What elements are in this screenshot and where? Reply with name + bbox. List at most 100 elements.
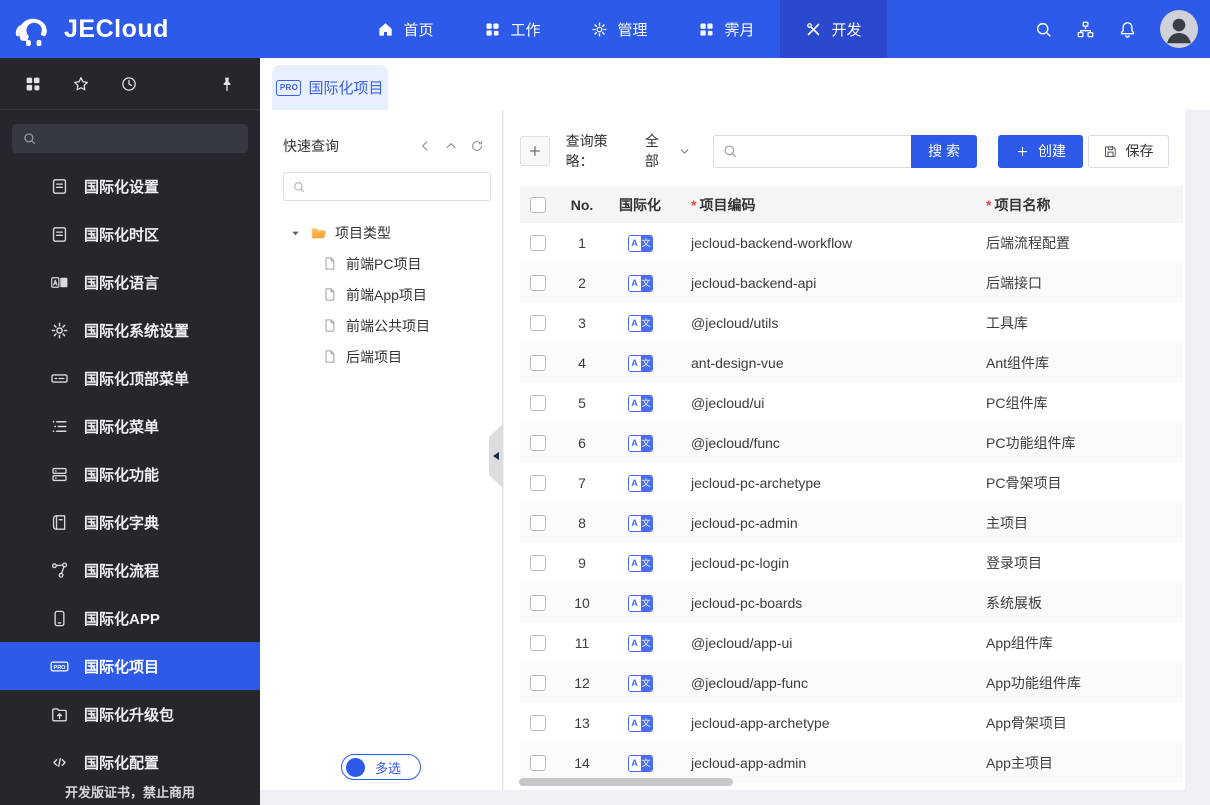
project-code-cell[interactable]: @jecloud/ui (672, 395, 974, 411)
create-button[interactable]: 创建 (998, 134, 1083, 168)
table-row[interactable]: 8 A文 jecloud-pc-admin 主项目 (520, 503, 1183, 543)
project-name-cell[interactable]: 后端流程配置 (974, 233, 1183, 253)
sidebar-search[interactable] (12, 124, 248, 153)
search-icon[interactable] (1034, 20, 1053, 39)
table-row[interactable]: 9 A文 jecloud-pc-login 登录项目 (520, 543, 1183, 583)
app-logo[interactable]: JECloud (0, 8, 250, 50)
nav-item-1[interactable]: 工作 (459, 0, 566, 58)
table-row[interactable]: 6 A文 @jecloud/func PC功能组件库 (520, 423, 1183, 463)
clock-icon[interactable] (120, 75, 138, 93)
multi-select-toggle[interactable]: 多选 (341, 754, 421, 780)
project-code-cell[interactable]: @jecloud/func (672, 435, 974, 451)
project-name-cell[interactable]: Ant组件库 (974, 353, 1183, 373)
translate-icon[interactable]: A文 (627, 274, 653, 292)
table-row[interactable]: 10 A文 jecloud-pc-boards 系统展板 (520, 583, 1183, 623)
chevron-up-icon[interactable] (444, 139, 458, 153)
project-code-cell[interactable]: @jecloud/app-ui (672, 635, 974, 651)
sidebar-search-input[interactable] (45, 131, 238, 146)
project-code-cell[interactable]: jecloud-pc-admin (672, 515, 974, 531)
project-name-cell[interactable]: 后端接口 (974, 273, 1183, 293)
project-code-cell[interactable]: jecloud-backend-workflow (672, 235, 974, 251)
sidebar-item-10[interactable]: 国际化项目 (0, 642, 260, 690)
translate-icon[interactable]: A文 (627, 594, 653, 612)
translate-icon[interactable]: A文 (627, 514, 653, 532)
project-name-cell[interactable]: PC功能组件库 (974, 433, 1183, 453)
nav-item-0[interactable]: 首页 (352, 0, 459, 58)
tree-node-child-2[interactable]: 前端公共项目 (260, 310, 502, 341)
row-checkbox[interactable] (530, 555, 546, 571)
project-name-cell[interactable]: 系统展板 (974, 593, 1183, 613)
row-checkbox[interactable] (530, 475, 546, 491)
sidebar-item-1[interactable]: 国际化时区 (0, 210, 260, 258)
translate-icon[interactable]: A文 (627, 474, 653, 492)
translate-icon[interactable]: A文 (627, 434, 653, 452)
table-row[interactable]: 1 A文 jecloud-backend-workflow 后端流程配置 (520, 223, 1183, 263)
row-checkbox[interactable] (530, 755, 546, 771)
row-checkbox[interactable] (530, 435, 546, 451)
tree-node-child-1[interactable]: 前端App项目 (260, 279, 502, 310)
avatar[interactable] (1160, 10, 1198, 48)
select-all-checkbox[interactable] (530, 196, 546, 213)
sidebar-item-12[interactable]: 国际化配置 (0, 738, 260, 786)
project-code-cell[interactable]: ant-design-vue (672, 355, 974, 371)
sidebar-item-4[interactable]: 国际化顶部菜单 (0, 354, 260, 402)
translate-icon[interactable]: A文 (627, 354, 653, 372)
nav-item-2[interactable]: 管理 (566, 0, 673, 58)
translate-icon[interactable]: A文 (627, 714, 653, 732)
project-name-cell[interactable]: PC骨架项目 (974, 473, 1183, 493)
project-code-cell[interactable]: jecloud-pc-login (672, 555, 974, 571)
project-name-cell[interactable]: 工具库 (974, 313, 1183, 333)
row-checkbox[interactable] (530, 515, 546, 531)
project-code-cell[interactable]: @jecloud/app-func (672, 675, 974, 691)
sidebar-item-6[interactable]: 国际化功能 (0, 450, 260, 498)
translate-icon[interactable]: A文 (627, 634, 653, 652)
tab-i18n-project[interactable]: PRO 国际化项目 (272, 65, 388, 110)
table-row[interactable]: 7 A文 jecloud-pc-archetype PC骨架项目 (520, 463, 1183, 503)
nav-item-3[interactable]: 霁月 (673, 0, 780, 58)
translate-icon[interactable]: A文 (627, 394, 653, 412)
row-checkbox[interactable] (530, 715, 546, 731)
refresh-icon[interactable] (470, 139, 484, 153)
sidebar-item-5[interactable]: 国际化菜单 (0, 402, 260, 450)
row-checkbox[interactable] (530, 635, 546, 651)
tree-search-input[interactable] (313, 179, 482, 194)
translate-icon[interactable]: A文 (627, 554, 653, 572)
project-code-cell[interactable]: @jecloud/utils (672, 315, 974, 331)
table-row[interactable]: 12 A文 @jecloud/app-func App功能组件库 (520, 663, 1183, 703)
project-code-cell[interactable]: jecloud-pc-boards (672, 595, 974, 611)
translate-icon[interactable]: A文 (627, 674, 653, 692)
project-code-cell[interactable]: jecloud-backend-api (672, 275, 974, 291)
bell-icon[interactable] (1118, 20, 1137, 39)
row-checkbox[interactable] (530, 315, 546, 331)
tree-node-root[interactable]: 项目类型 (260, 218, 502, 248)
sidebar-item-8[interactable]: 国际化流程 (0, 546, 260, 594)
project-name-cell[interactable]: PC组件库 (974, 393, 1183, 413)
table-row[interactable]: 13 A文 jecloud-app-archetype App骨架项目 (520, 703, 1183, 743)
tree-node-child-0[interactable]: 前端PC项目 (260, 248, 502, 279)
org-icon[interactable] (1076, 20, 1095, 39)
sidebar-item-2[interactable]: 国际化语言 (0, 258, 260, 306)
row-checkbox[interactable] (530, 395, 546, 411)
search-button[interactable]: 搜 索 (911, 134, 978, 168)
sidebar-item-3[interactable]: 国际化系统设置 (0, 306, 260, 354)
tree-search[interactable] (283, 172, 491, 201)
table-row[interactable]: 4 A文 ant-design-vue Ant组件库 (520, 343, 1183, 383)
row-checkbox[interactable] (530, 235, 546, 251)
row-checkbox[interactable] (530, 275, 546, 291)
table-row[interactable]: 11 A文 @jecloud/app-ui App组件库 (520, 623, 1183, 663)
project-code-cell[interactable]: jecloud-app-archetype (672, 715, 974, 731)
project-name-cell[interactable]: App组件库 (974, 633, 1183, 653)
table-row[interactable]: 3 A文 @jecloud/utils 工具库 (520, 303, 1183, 343)
project-name-cell[interactable]: 登录项目 (974, 553, 1183, 573)
project-name-cell[interactable]: 主项目 (974, 513, 1183, 533)
project-code-cell[interactable]: jecloud-app-admin (672, 755, 974, 771)
chevron-left-icon[interactable] (418, 139, 432, 153)
sidebar-item-11[interactable]: 国际化升级包 (0, 690, 260, 738)
sidebar-item-9[interactable]: 国际化APP (0, 594, 260, 642)
save-button[interactable]: 保存 (1087, 134, 1169, 168)
sidebar-item-7[interactable]: 国际化字典 (0, 498, 260, 546)
project-name-cell[interactable]: App骨架项目 (974, 713, 1183, 733)
nav-item-4[interactable]: 开发 (780, 0, 887, 58)
strategy-select[interactable]: 全部 (645, 131, 691, 171)
project-code-cell[interactable]: jecloud-pc-archetype (672, 475, 974, 491)
